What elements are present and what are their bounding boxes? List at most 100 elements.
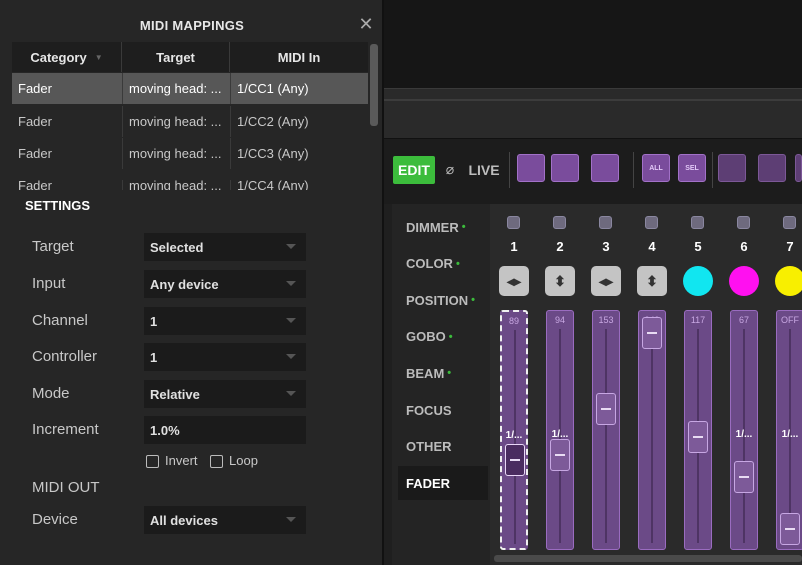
- channel-number: 5: [694, 239, 702, 254]
- channel-select-checkbox[interactable]: [691, 216, 704, 229]
- table-row[interactable]: Fader moving head: ... 1/CC1 (Any): [12, 73, 368, 104]
- row-midi-in: 1/CC3 (Any): [230, 138, 368, 169]
- table-row[interactable]: Fader moving head: ... 1/CC3 (Any): [12, 138, 368, 169]
- fx-sel-icon-label: SEL: [685, 164, 699, 172]
- fader-handle[interactable]: [596, 393, 616, 425]
- fader-track[interactable]: OFF 1/...: [776, 310, 802, 550]
- fader-handle[interactable]: [734, 461, 754, 493]
- tilt-icon: ⬍: [637, 266, 667, 296]
- category-item-gobo[interactable]: GOBO •: [398, 320, 488, 354]
- category-item-fader[interactable]: FADER: [398, 466, 488, 501]
- fader-mapping-label: 1/...: [735, 429, 753, 440]
- row-category: Fader: [18, 146, 52, 161]
- fader-track[interactable]: 89 1/...: [500, 310, 528, 550]
- channel-select[interactable]: 1: [144, 307, 306, 335]
- fader-groove: [605, 329, 607, 543]
- column-header-midi-in[interactable]: MIDI In: [230, 42, 368, 72]
- fader-handle[interactable]: [642, 317, 662, 349]
- status-dot-icon: •: [448, 330, 453, 343]
- loop-checkbox[interactable]: [210, 455, 223, 468]
- fader-track[interactable]: 94 1/...: [546, 310, 574, 550]
- sort-icon: ▼: [94, 52, 103, 62]
- controller-select[interactable]: 1: [144, 343, 306, 371]
- channel-number: 3: [602, 239, 610, 254]
- category-label: FOCUS: [406, 402, 452, 418]
- fader-track[interactable]: 153: [592, 310, 620, 550]
- fader-handle[interactable]: [688, 421, 708, 453]
- input-label: Input: [32, 275, 66, 292]
- column-label: Category: [30, 49, 87, 65]
- category-item-position[interactable]: POSITION •: [398, 283, 488, 317]
- fader-track[interactable]: 67 1/...: [730, 310, 758, 550]
- fader-channel: 5 1171/...: [680, 206, 716, 550]
- fader-mapping-label: 1/...: [505, 430, 523, 441]
- fader-channel: 3 ◂▸ 153: [588, 206, 624, 550]
- crosshair-icon[interactable]: [591, 154, 619, 182]
- fader-value: 94: [554, 315, 565, 325]
- table-row[interactable]: Fader moving head: ... 1/CC2 (Any): [12, 106, 368, 137]
- fader-value: 67: [738, 315, 749, 325]
- camera-icon[interactable]: [758, 154, 786, 182]
- category-item-color[interactable]: COLOR •: [398, 247, 488, 281]
- increment-label: Increment: [32, 421, 99, 438]
- channel-select-checkbox[interactable]: [553, 216, 566, 229]
- invert-checkbox[interactable]: [146, 455, 159, 468]
- fx-icon[interactable]: [517, 154, 545, 182]
- more-icon[interactable]: [795, 154, 802, 182]
- pan-icon: ◂▸: [591, 266, 621, 296]
- channel-select-checkbox[interactable]: [645, 216, 658, 229]
- chevron-down-icon: [286, 281, 296, 286]
- category-item-other[interactable]: OTHER: [398, 430, 488, 464]
- fx-all-icon[interactable]: ALL: [642, 154, 670, 182]
- chevron-down-icon: [286, 318, 296, 323]
- device-select[interactable]: All devices: [144, 506, 306, 534]
- target-select[interactable]: Selected: [144, 233, 306, 261]
- category-label: FADER: [406, 475, 451, 491]
- fader-channel: 1 ◂▸ 89 1/...: [496, 206, 532, 550]
- channel-select-checkbox[interactable]: [599, 216, 612, 229]
- channel-number: 1: [510, 239, 518, 254]
- close-icon[interactable]: ✕: [357, 14, 375, 34]
- invert-label: Invert: [165, 453, 198, 468]
- target-label: Target: [32, 238, 74, 255]
- edit-mode-button[interactable]: EDIT: [393, 156, 435, 184]
- dialog-title: MIDI MAPPINGS: [139, 17, 245, 33]
- table-row[interactable]: Fader moving head: ... 1/CC4 (Any): [12, 180, 368, 190]
- visibility-toggle-icon[interactable]: ⌀: [440, 159, 460, 179]
- table-scrollbar[interactable]: [370, 44, 378, 126]
- row-target: moving head: ...: [122, 138, 230, 169]
- export-icon[interactable]: [718, 154, 746, 182]
- fader-handle[interactable]: [780, 513, 800, 545]
- live-mode-button[interactable]: LIVE: [464, 156, 504, 184]
- row-target: moving head: ...: [122, 180, 230, 190]
- column-header-category[interactable]: Category ▼: [12, 42, 122, 72]
- fader-track[interactable]: 1171/...: [684, 310, 712, 550]
- column-header-target[interactable]: Target: [122, 42, 230, 72]
- category-item-beam[interactable]: BEAM •: [398, 356, 488, 390]
- fx-all-icon-label: ALL: [649, 164, 663, 172]
- category-label: OTHER: [406, 439, 452, 455]
- category-item-dimmer[interactable]: DIMMER •: [398, 210, 488, 244]
- row-category: Fader: [18, 180, 52, 190]
- fader-track[interactable]: 249: [638, 310, 666, 550]
- fader-handle[interactable]: [505, 444, 525, 476]
- channel-select-checkbox[interactable]: [507, 216, 520, 229]
- input-select[interactable]: Any device: [144, 270, 306, 298]
- mode-value: Relative: [150, 386, 200, 402]
- category-item-focus[interactable]: FOCUS: [398, 393, 488, 427]
- mode-select[interactable]: Relative: [144, 380, 306, 408]
- fx-sel-icon[interactable]: SEL: [678, 154, 706, 182]
- fx-stack-icon[interactable]: [551, 154, 579, 182]
- fader-handle[interactable]: [550, 439, 570, 471]
- tilt-icon: ⬍: [545, 266, 575, 296]
- increment-field[interactable]: 1.0%: [144, 416, 306, 444]
- channel-number: 7: [786, 239, 794, 254]
- channel-label: Channel: [32, 312, 88, 329]
- controller-label: Controller: [32, 348, 98, 365]
- app-bar: [384, 88, 802, 138]
- channel-select-checkbox[interactable]: [737, 216, 750, 229]
- table-header: Category ▼ Target MIDI In: [12, 42, 368, 72]
- horizontal-scrollbar[interactable]: [494, 555, 802, 562]
- channel-number: 2: [556, 239, 564, 254]
- channel-select-checkbox[interactable]: [783, 216, 796, 229]
